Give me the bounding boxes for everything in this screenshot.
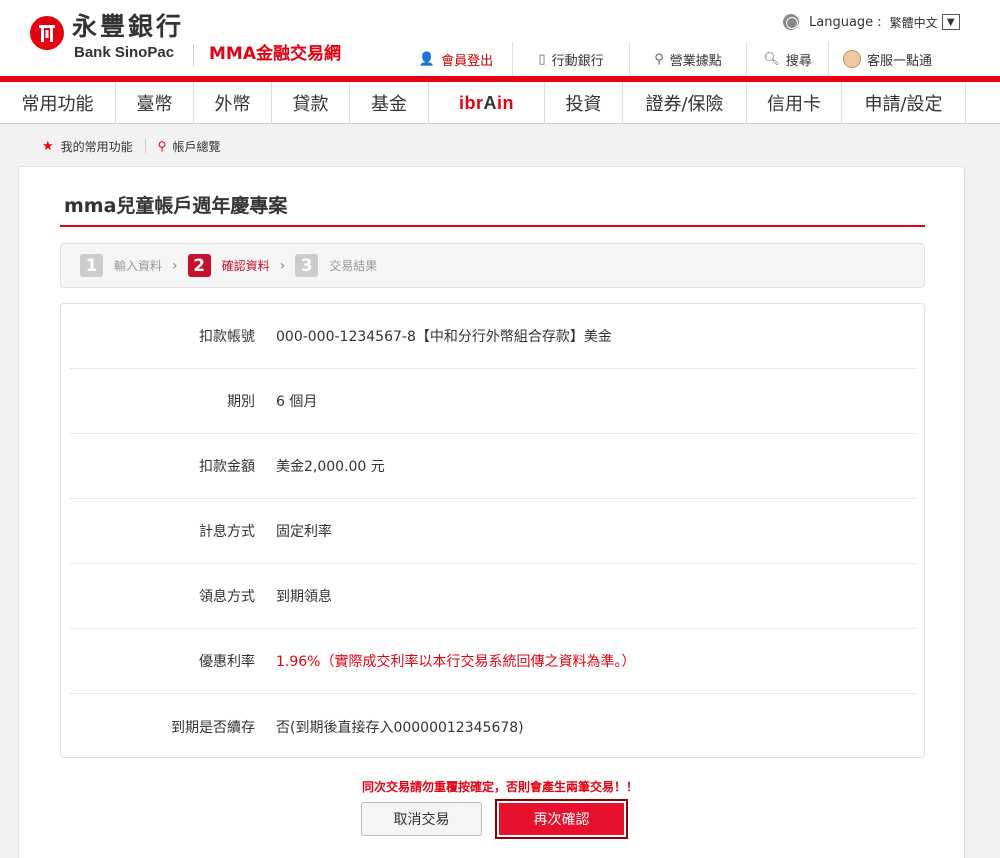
logout-label: 會員登出 xyxy=(441,53,494,69)
detail-label: 扣款帳號 xyxy=(199,329,255,345)
step-confirm: 2 確認資料 xyxy=(187,254,270,277)
detail-value: 000-000-1234567-8【中和分行外幣組合存款】美金 xyxy=(276,329,612,345)
detail-row-debit-account: 扣款帳號 000-000-1234567-8【中和分行外幣組合存款】美金 xyxy=(70,304,915,369)
detail-value: 到期領息 xyxy=(276,589,332,605)
nav-item-credit-card[interactable]: 信用卡 xyxy=(747,82,842,124)
chevron-right-icon: › xyxy=(279,257,286,274)
nav-item-ibrain[interactable]: ibr Ain xyxy=(429,82,545,124)
detail-row-preferential-rate: 優惠利率 1.96%（實際成交利率以本行交易系統回傳之資料為準。） xyxy=(70,629,915,694)
detail-value: 固定利率 xyxy=(276,524,332,540)
service-avatar-icon xyxy=(842,50,861,68)
star-icon: ★ xyxy=(42,138,54,154)
language-label: Language : xyxy=(809,14,882,30)
detail-row-interest-payout: 領息方式 到期領息 xyxy=(70,564,915,629)
detail-value: 6 個月 xyxy=(276,394,318,410)
detail-label: 計息方式 xyxy=(199,524,255,540)
location-pin-icon: ⚲ xyxy=(654,51,664,67)
confirm-button-focus-ring: 再次確認 xyxy=(495,799,628,839)
logout-link[interactable]: 👤 會員登出 xyxy=(400,42,512,76)
chevron-right-icon: › xyxy=(172,257,178,274)
language-value[interactable]: 繁體中文 xyxy=(890,14,938,31)
search-link[interactable]: 🔍︎ 搜尋 xyxy=(746,42,828,76)
step-number: 3 xyxy=(295,254,319,277)
step-label: 輸入資料 xyxy=(114,259,163,273)
nav-item-foreign-currency[interactable]: 外幣 xyxy=(194,82,272,124)
detail-value: 美金2,000.00 元 xyxy=(276,459,385,475)
nav-item-loans[interactable]: 貸款 xyxy=(272,82,350,124)
sinopac-logo-icon[interactable] xyxy=(30,16,64,50)
step-indicator: 1 輸入資料 › 2 確認資料 › 3 交易結果 xyxy=(60,243,925,288)
site-name[interactable]: MMA金融交易網 xyxy=(209,44,341,64)
ibrain-a-letter: A xyxy=(483,92,497,113)
phone-icon: ▯ xyxy=(538,51,546,67)
customer-service-link[interactable]: 客服一點通 xyxy=(828,42,946,76)
step-number: 1 xyxy=(80,254,103,277)
customer-service-label: 客服一點通 xyxy=(866,53,932,69)
detail-value: 1.96%（實際成交利率以本行交易系統回傳之資料為準。） xyxy=(276,654,636,670)
step-label: 確認資料 xyxy=(221,259,270,273)
nav-item-securities-insurance[interactable]: 證券/保險 xyxy=(623,82,747,124)
step-result: 3 交易結果 xyxy=(295,254,377,277)
location-pin-icon: ⚲ xyxy=(157,139,167,153)
breadcrumb-account-overview[interactable]: 帳戶總覽 xyxy=(172,138,220,155)
step-label: 交易結果 xyxy=(329,259,378,273)
nav-item-apply-settings[interactable]: 申請/設定 xyxy=(842,82,966,124)
detail-label: 扣款金額 xyxy=(199,459,255,475)
mobile-banking-link[interactable]: ▯ 行動銀行 xyxy=(512,42,629,76)
step-number: 2 xyxy=(187,254,211,277)
confirm-button[interactable]: 再次確認 xyxy=(499,803,624,835)
detail-row-amount: 扣款金額 美金2,000.00 元 xyxy=(70,434,915,499)
detail-row-interest-method: 計息方式 固定利率 xyxy=(70,499,915,564)
top-links: 👤 會員登出 ▯ 行動銀行 ⚲ 營業據點 🔍︎ 搜尋 客服一點通 xyxy=(400,42,946,76)
language-selector[interactable]: Language : 繁體中文 ▼ xyxy=(783,12,960,32)
branches-label: 營業據點 xyxy=(669,53,722,69)
duplicate-submit-warning: 同次交易請勿重覆按確定，否則會產生兩筆交易！！ xyxy=(361,780,638,794)
detail-label: 到期是否續存 xyxy=(171,719,255,736)
cancel-button[interactable]: 取消交易 xyxy=(361,802,482,836)
breadcrumb-favorites[interactable]: 我的常用功能 xyxy=(61,138,133,155)
brand-name-cn[interactable]: 永豐銀行 xyxy=(72,13,184,41)
confirmation-details: 扣款帳號 000-000-1234567-8【中和分行外幣組合存款】美金 期別 … xyxy=(60,303,925,758)
search-icon: 🔍︎ xyxy=(763,51,780,67)
breadcrumb-divider xyxy=(144,139,146,153)
breadcrumb: ★ 我的常用功能 ⚲ 帳戶總覽 xyxy=(42,138,220,154)
logo-divider xyxy=(193,44,194,66)
step-input: 1 輸入資料 xyxy=(80,254,162,277)
search-label: 搜尋 xyxy=(785,53,812,69)
nav-item-investment[interactable]: 投資 xyxy=(545,82,623,124)
person-icon: 👤 xyxy=(418,51,436,67)
detail-label: 期別 xyxy=(227,394,255,410)
globe-icon xyxy=(783,14,799,30)
nav-item-funds[interactable]: 基金 xyxy=(350,82,429,124)
mobile-banking-label: 行動銀行 xyxy=(551,53,604,69)
nav-item-favorites[interactable]: 常用功能 xyxy=(0,82,116,124)
main-nav: 常用功能 臺幣 外幣 貸款 基金 ibr Ain 投資 證券/保險 信用卡 申請/… xyxy=(0,82,1000,124)
chevron-down-icon[interactable]: ▼ xyxy=(941,14,960,30)
detail-value: 否(到期後直接存入00000012345678) xyxy=(276,719,524,736)
detail-label: 領息方式 xyxy=(199,589,255,605)
detail-row-term: 期別 6 個月 xyxy=(70,369,915,434)
page-title: mma兒童帳戶週年慶專案 xyxy=(64,195,288,217)
branches-link[interactable]: ⚲ 營業據點 xyxy=(629,42,746,76)
nav-item-twd[interactable]: 臺幣 xyxy=(116,82,194,124)
detail-label: 優惠利率 xyxy=(199,654,255,670)
brand-name-en[interactable]: Bank SinoPac xyxy=(74,44,174,62)
header: 永豐銀行 Bank SinoPac MMA金融交易網 Language : 繁體… xyxy=(0,0,1000,78)
title-underline xyxy=(60,225,925,227)
detail-row-renewal: 到期是否續存 否(到期後直接存入00000012345678) xyxy=(70,694,915,759)
